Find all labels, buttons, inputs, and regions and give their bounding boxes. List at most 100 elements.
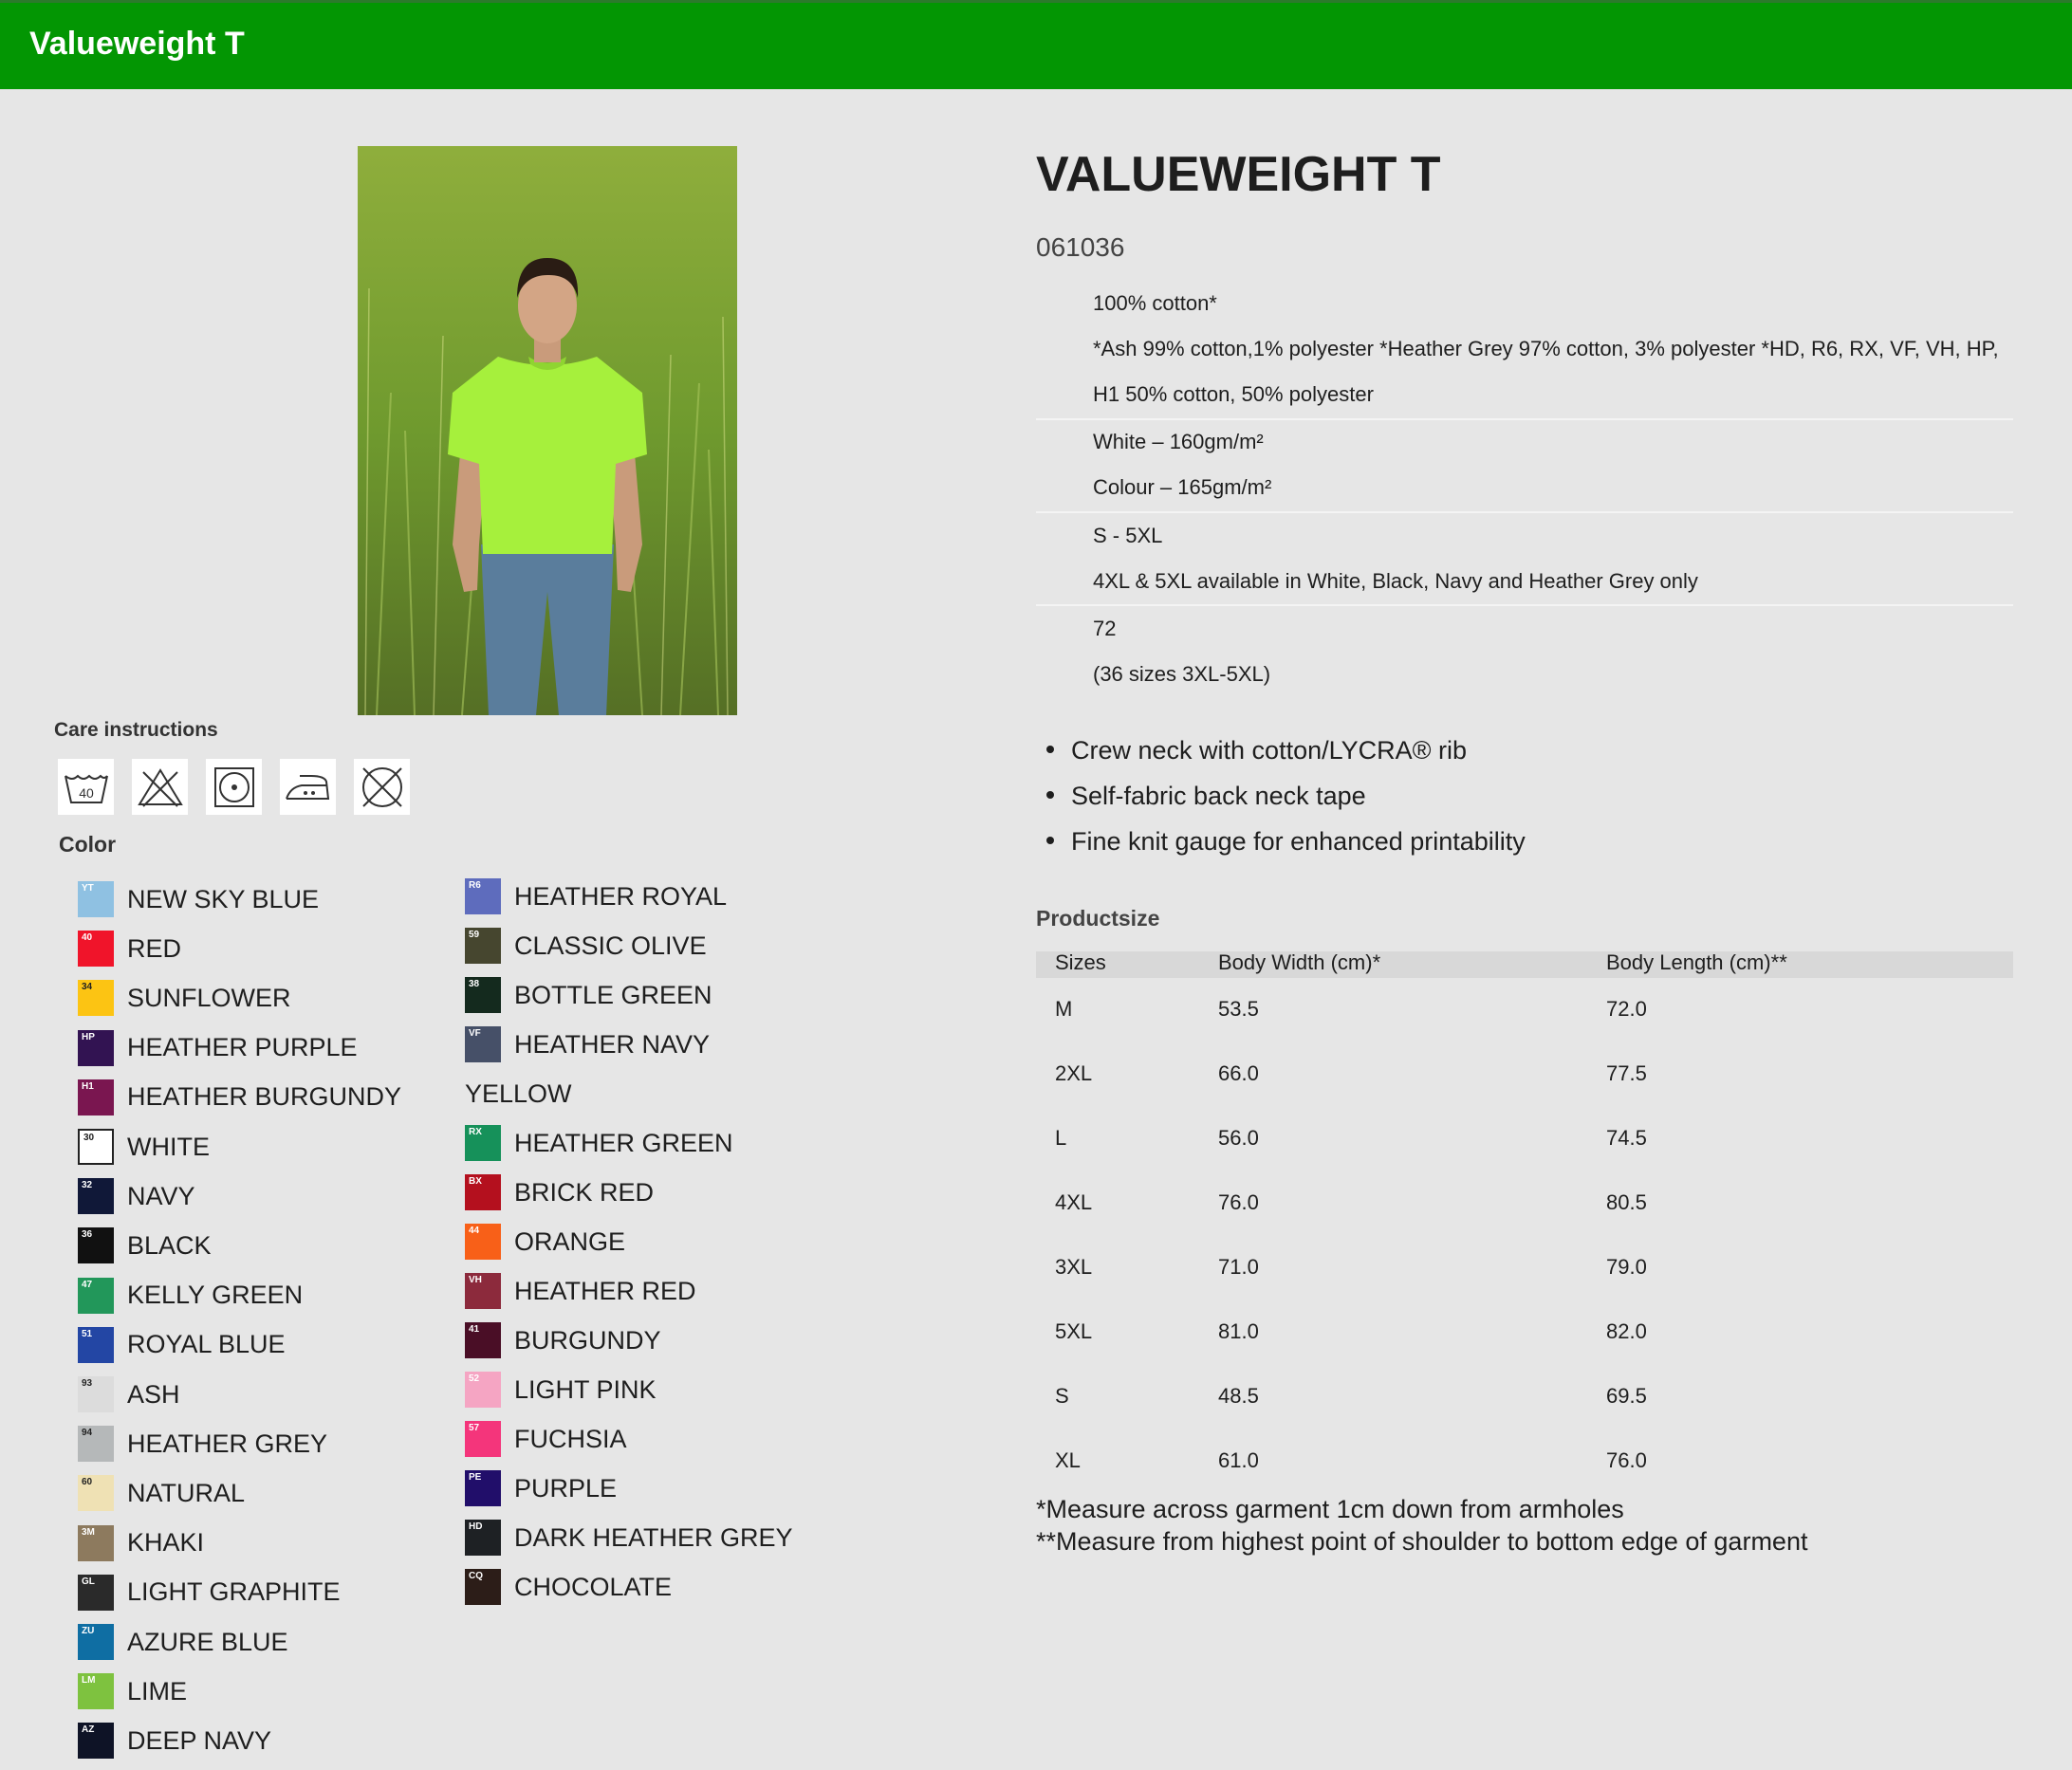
list-item: Crew neck with cotton/LYCRA® rib	[1046, 736, 1467, 765]
color-option[interactable]: AZ DEEP NAVY	[78, 1722, 271, 1760]
color-name: PURPLE	[514, 1473, 618, 1503]
column-header-body-width: Body Width (cm)*	[1218, 950, 1381, 974]
color-option[interactable]: CQ CHOCOLATE	[465, 1568, 672, 1606]
color-name: BRICK RED	[514, 1177, 655, 1207]
cell-body-length: 79.0	[1606, 1255, 1647, 1279]
no-dry-clean-icon	[354, 759, 410, 815]
color-name: HEATHER GREY	[127, 1429, 328, 1458]
color-option[interactable]: 32 NAVY	[78, 1177, 195, 1215]
color-option[interactable]: 47 KELLY GREEN	[78, 1277, 303, 1315]
color-option[interactable]: ZU AZURE BLUE	[78, 1623, 288, 1661]
color-option[interactable]: HP HEATHER PURPLE	[78, 1029, 358, 1067]
color-option[interactable]: H1 HEATHER BURGUNDY	[78, 1079, 401, 1116]
color-option[interactable]: 57 FUCHSIA	[465, 1420, 627, 1458]
spec-line: 100% cotton*	[1093, 291, 1217, 315]
color-code: 36	[82, 1229, 93, 1241]
color-name: LIGHT PINK	[514, 1374, 657, 1404]
tumble-dry-icon	[206, 759, 262, 815]
color-option[interactable]: 34 SUNFLOWER	[78, 979, 291, 1017]
color-code: R6	[469, 880, 481, 891]
divider	[1036, 604, 2013, 606]
color-code: AZ	[82, 1724, 95, 1736]
color-name: CLASSIC OLIVE	[514, 931, 707, 960]
list-item: Self-fabric back neck tape	[1046, 782, 1366, 811]
cell-size: L	[1055, 1126, 1067, 1150]
color-code: 59	[469, 930, 480, 940]
color-swatch: 60	[78, 1475, 114, 1512]
color-option[interactable]: RX HEATHER GREEN	[465, 1124, 733, 1162]
table-row: XL 61.0 76.0	[1036, 1448, 2013, 1477]
color-swatch: BX	[465, 1174, 501, 1210]
svg-text:40: 40	[79, 785, 94, 801]
color-option[interactable]: GL LIGHT GRAPHITE	[78, 1574, 341, 1612]
color-option[interactable]: 44 ORANGE	[465, 1223, 625, 1261]
table-row: 2XL 66.0 77.5	[1036, 1061, 2013, 1090]
feature-text: Self-fabric back neck tape	[1071, 782, 1366, 810]
color-code: 44	[469, 1226, 480, 1236]
color-name: HEATHER NAVY	[514, 1029, 711, 1059]
bullet-icon	[1046, 836, 1054, 844]
cell-body-width: 66.0	[1218, 1061, 1259, 1085]
color-option[interactable]: LM LIME	[78, 1672, 187, 1710]
header-bar: Valueweight T	[0, 0, 2072, 89]
color-option[interactable]: 38 BOTTLE GREEN	[465, 976, 712, 1014]
color-option[interactable]: PE PURPLE	[465, 1469, 617, 1507]
bullet-icon	[1046, 790, 1054, 799]
color-swatch: PE	[465, 1470, 501, 1506]
page-title: Valueweight T	[29, 26, 245, 62]
color-option[interactable]: 3M KHAKI	[78, 1524, 204, 1562]
color-option[interactable]: 59 CLASSIC OLIVE	[465, 927, 707, 965]
color-code: RX	[469, 1127, 482, 1137]
color-name: WHITE	[127, 1132, 210, 1161]
color-option[interactable]: VH HEATHER RED	[465, 1272, 696, 1310]
color-code: H1	[82, 1080, 94, 1092]
color-option[interactable]: 60 NATURAL	[78, 1474, 245, 1512]
footnote-length: **Measure from highest point of shoulder…	[1036, 1527, 1808, 1556]
cell-body-length: 76.0	[1606, 1448, 1647, 1472]
cell-body-width: 61.0	[1218, 1448, 1259, 1472]
color-swatch: R6	[465, 878, 501, 914]
color-swatch: 44	[465, 1224, 501, 1260]
spec-line: *Ash 99% cotton,1% polyester *Heather Gr…	[1093, 337, 1999, 360]
cell-size: 3XL	[1055, 1255, 1093, 1279]
color-option[interactable]: 93 ASH	[78, 1375, 180, 1413]
color-option[interactable]: 30 WHITE	[78, 1128, 210, 1166]
wash-40-icon: 40	[58, 759, 114, 815]
color-option[interactable]: BX BRICK RED	[465, 1173, 654, 1211]
color-code: VF	[469, 1028, 481, 1039]
color-option[interactable]: 52 LIGHT PINK	[465, 1371, 657, 1409]
cell-body-length: 77.5	[1606, 1061, 1647, 1085]
color-swatch: 93	[78, 1376, 114, 1412]
color-name: HEATHER GREEN	[514, 1128, 733, 1157]
color-name: NEW SKY BLUE	[127, 884, 320, 913]
cell-body-width: 81.0	[1218, 1319, 1259, 1343]
color-name: SUNFLOWER	[127, 983, 291, 1012]
color-swatch: 32	[78, 1178, 114, 1215]
color-code: 34	[82, 982, 93, 993]
cell-body-width: 56.0	[1218, 1126, 1259, 1150]
color-option[interactable]: HD DARK HEATHER GREY	[465, 1519, 793, 1557]
color-option[interactable]: 51 ROYAL BLUE	[78, 1326, 286, 1364]
color-code: 41	[469, 1324, 480, 1335]
color-name: ORANGE	[514, 1226, 626, 1256]
color-swatch: RX	[465, 1125, 501, 1161]
care-instructions-title: Care instructions	[54, 719, 218, 741]
color-name: HEATHER BURGUNDY	[127, 1082, 402, 1112]
color-swatch: HD	[465, 1520, 501, 1556]
color-option[interactable]: 36 BLACK	[78, 1226, 212, 1264]
color-name: LIME	[127, 1676, 188, 1705]
color-option[interactable]: 41 BURGUNDY	[465, 1321, 661, 1359]
spec-line: 72	[1093, 617, 1117, 640]
color-name: DARK HEATHER GREY	[514, 1522, 793, 1552]
color-code: VH	[469, 1275, 482, 1285]
iron-medium-icon	[280, 759, 336, 815]
color-swatch: CQ	[465, 1569, 501, 1605]
color-option[interactable]: YT NEW SKY BLUE	[78, 880, 319, 918]
color-option[interactable]: VF HEATHER NAVY	[465, 1025, 710, 1063]
color-option[interactable]: YELLOW	[465, 1075, 572, 1113]
color-option[interactable]: R6 HEATHER ROYAL	[465, 877, 727, 915]
color-code: 32	[82, 1180, 93, 1191]
color-option[interactable]: 40 RED	[78, 930, 181, 968]
cell-body-width: 53.5	[1218, 997, 1259, 1021]
color-option[interactable]: 94 HEATHER GREY	[78, 1425, 327, 1463]
